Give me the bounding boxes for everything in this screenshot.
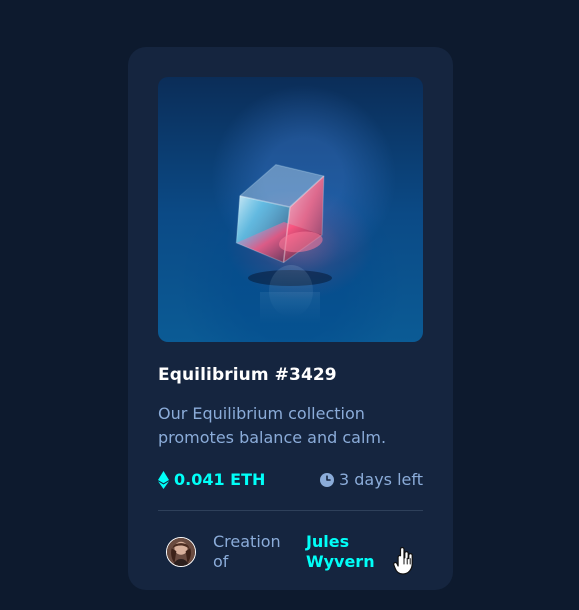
nft-image[interactable] bbox=[158, 77, 423, 342]
nft-card: Equilibrium #3429 Our Equilibrium collec… bbox=[128, 47, 453, 590]
hand-pointer-icon bbox=[393, 547, 413, 575]
card-divider bbox=[158, 510, 423, 511]
creator-row: Creation of Jules Wyvern bbox=[158, 532, 423, 572]
page: Equilibrium #3429 Our Equilibrium collec… bbox=[0, 0, 579, 610]
creator-prefix: Creation of bbox=[213, 532, 281, 571]
ethereum-icon bbox=[158, 471, 169, 489]
equilibrium-image bbox=[226, 163, 374, 324]
card-meta-row: 0.041 ETH 3 days left bbox=[158, 468, 423, 492]
price-info: 0.041 ETH bbox=[158, 470, 265, 490]
time-left-text: 3 days left bbox=[338, 470, 423, 489]
card-description: Our Equilibrium collection promotes bala… bbox=[158, 404, 387, 447]
avatar-image bbox=[167, 538, 195, 566]
avatar bbox=[166, 537, 196, 567]
clock-icon bbox=[319, 473, 334, 487]
time-info: 3 days left bbox=[319, 470, 423, 490]
price-text: 0.041 ETH bbox=[174, 470, 266, 489]
card-title[interactable]: Equilibrium #3429 bbox=[158, 364, 423, 386]
